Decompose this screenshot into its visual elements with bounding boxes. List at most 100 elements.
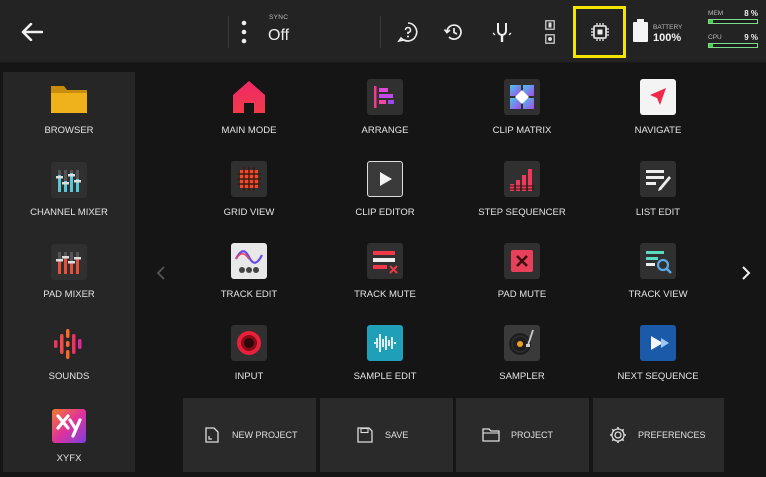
battery-icon	[633, 19, 648, 42]
sync-value[interactable]: Off	[268, 27, 289, 45]
battery-value: 100%	[653, 32, 682, 44]
mode-label: CLIP MATRIX	[492, 125, 552, 136]
mode-label: PAD MUTE	[497, 289, 547, 300]
next-page-arrow-icon[interactable]	[737, 260, 755, 286]
mode-label: GRID VIEW	[223, 207, 275, 218]
sidebar-item-browser[interactable]: BROWSER	[3, 72, 135, 154]
pad-mute-icon	[503, 242, 541, 280]
step-sequencer-icon	[503, 160, 541, 198]
previous-page-arrow-icon[interactable]	[152, 260, 170, 286]
xyfx-icon	[50, 407, 88, 445]
clip-matrix-icon	[503, 78, 541, 116]
mode-main-mode[interactable]: MAIN MODE	[189, 74, 309, 152]
top-bar: SYNC Off BATTERY 100% MEM 8 % CPU 9 %	[0, 0, 766, 63]
home-icon	[230, 78, 268, 116]
divider	[380, 16, 381, 48]
mem-label: MEM	[708, 10, 724, 17]
more-options-icon[interactable]	[234, 16, 254, 48]
gear-icon	[608, 425, 628, 445]
sidebar-item-label: PAD MIXER	[43, 289, 95, 300]
sampler-icon	[503, 324, 541, 362]
mode-input[interactable]: INPUT	[189, 320, 309, 398]
mode-arrange[interactable]: ARRANGE	[325, 74, 445, 152]
sync-label: SYNC	[269, 14, 289, 21]
mode-label: CLIP EDITOR	[355, 207, 415, 218]
mode-label: ARRANGE	[361, 125, 409, 136]
cpu-value: 9 %	[744, 33, 758, 42]
mode-label: LIST EDIT	[635, 207, 681, 218]
cpu-meter-fill	[709, 44, 714, 47]
sidebar-item-channel-mixer[interactable]: CHANNEL MIXER	[3, 154, 135, 236]
clip-editor-icon	[366, 160, 404, 198]
grid-view-icon	[230, 160, 268, 198]
preferences-label: PREFERENCES	[638, 430, 706, 440]
channel-mixer-icon	[50, 161, 88, 199]
sidebar-item-xyfx[interactable]: XYFX	[3, 400, 135, 477]
new-project-button[interactable]: NEW PROJECT	[183, 398, 316, 472]
sample-edit-icon	[366, 324, 404, 362]
mode-clip-matrix[interactable]: CLIP MATRIX	[462, 74, 582, 152]
next-sequence-icon	[639, 324, 677, 362]
mode-track-edit[interactable]: TRACK EDIT	[189, 238, 309, 316]
mode-label: SAMPLE EDIT	[353, 371, 417, 382]
cpu-chip-icon[interactable]	[573, 6, 626, 58]
sidebar-item-label: BROWSER	[44, 125, 94, 136]
mode-next-sequence[interactable]: NEXT SEQUENCE	[598, 320, 718, 398]
mode-list-edit[interactable]: LIST EDIT	[598, 156, 718, 234]
help-icon[interactable]	[394, 18, 422, 46]
sidebar-item-label: CHANNEL MIXER	[30, 207, 108, 218]
pad-mixer-icon	[50, 243, 88, 281]
navigate-icon	[639, 78, 677, 116]
mode-label: INPUT	[234, 371, 264, 382]
save-label: SAVE	[385, 430, 409, 440]
mode-label: TRACK MUTE	[354, 289, 416, 300]
mode-label: TRACK VIEW	[628, 289, 688, 300]
track-view-icon	[639, 242, 677, 280]
mode-label: NAVIGATE	[634, 125, 682, 136]
mode-step-sequencer[interactable]: STEP SEQUENCER	[462, 156, 582, 234]
mode-label: NEXT SEQUENCE	[617, 371, 699, 382]
cpu-meter	[708, 43, 758, 48]
folder-icon	[50, 79, 88, 117]
sidebar-item-pad-mixer[interactable]: PAD MIXER	[3, 236, 135, 318]
project-label: PROJECT	[511, 430, 554, 440]
sidebar-item-sounds[interactable]: SOUNDS	[3, 318, 135, 400]
folder-outline-icon	[481, 425, 501, 445]
undo-history-icon[interactable]	[440, 18, 468, 46]
tuning-fork-icon[interactable]	[488, 18, 516, 46]
battery-label: BATTERY	[653, 24, 683, 31]
list-edit-icon	[639, 160, 677, 198]
new-project-label: NEW PROJECT	[232, 430, 298, 440]
cpu-label: CPU	[708, 34, 722, 41]
mode-sampler[interactable]: SAMPLER	[462, 320, 582, 398]
project-button[interactable]: PROJECT	[456, 398, 589, 472]
arrange-icon	[366, 78, 404, 116]
input-icon	[230, 324, 268, 362]
mode-track-mute[interactable]: TRACK MUTE	[325, 238, 445, 316]
mem-meter-fill	[709, 20, 713, 23]
track-edit-icon	[230, 242, 268, 280]
mode-label: TRACK EDIT	[220, 289, 278, 300]
preferences-button[interactable]: PREFERENCES	[593, 398, 724, 472]
mode-label: SAMPLER	[499, 371, 545, 382]
mode-navigate[interactable]: NAVIGATE	[598, 74, 718, 152]
sounds-icon	[50, 325, 88, 363]
mode-track-view[interactable]: TRACK VIEW	[598, 238, 718, 316]
new-project-icon	[202, 425, 222, 445]
layout-toggle-icon[interactable]	[540, 16, 560, 48]
mode-clip-editor[interactable]: CLIP EDITOR	[325, 156, 445, 234]
save-icon	[355, 425, 375, 445]
save-button[interactable]: SAVE	[320, 398, 453, 472]
mode-grid-view[interactable]: GRID VIEW	[189, 156, 309, 234]
mode-sidebar: BROWSER CHANNEL MIXER PAD MIXER SOUNDS X…	[3, 72, 135, 472]
mode-sample-edit[interactable]: SAMPLE EDIT	[325, 320, 445, 398]
mode-label: MAIN MODE	[221, 125, 277, 136]
mem-value: 8 %	[744, 9, 758, 18]
track-mute-icon	[366, 242, 404, 280]
back-arrow-icon[interactable]	[14, 16, 50, 48]
mem-meter	[708, 19, 758, 24]
sidebar-item-label: XYFX	[56, 453, 82, 464]
mode-pad-mute[interactable]: PAD MUTE	[462, 238, 582, 316]
sidebar-item-label: SOUNDS	[48, 371, 90, 382]
mode-label: STEP SEQUENCER	[478, 207, 566, 218]
